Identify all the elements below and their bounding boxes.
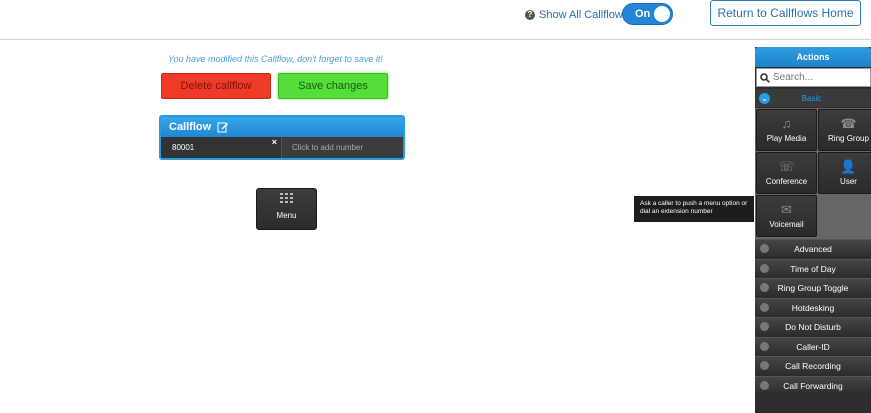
category-advanced[interactable]: Advanced bbox=[755, 239, 871, 257]
tile-label: Ring Group bbox=[828, 134, 869, 143]
category-label: Ring Group Toggle bbox=[777, 282, 849, 293]
ring-group-icon: ☎ bbox=[840, 116, 857, 131]
tooltip: Ask a caller to push a menu option or di… bbox=[634, 196, 754, 222]
category-label: Call Recording bbox=[785, 360, 841, 371]
conference-icon: ☏ bbox=[778, 159, 795, 174]
chevron-down-icon: ⌄ bbox=[759, 92, 770, 104]
help-icon[interactable]: ? bbox=[525, 10, 535, 20]
menu-node[interactable]: Menu bbox=[256, 188, 317, 230]
category-call-forwarding[interactable]: Call Forwarding bbox=[755, 376, 871, 394]
return-to-callflows-home-button[interactable]: Return to Callflows Home bbox=[710, 0, 861, 26]
modified-notice: You have modified this Callflow, don't f… bbox=[168, 54, 383, 64]
music-note-icon: ♫ bbox=[781, 116, 792, 131]
tile-voicemail[interactable]: ✉ Voicemail bbox=[756, 195, 817, 237]
category-label: Hotdesking bbox=[791, 302, 835, 313]
tile-label: Conference bbox=[765, 177, 808, 186]
tile-conference[interactable]: ☏ Conference bbox=[756, 152, 817, 194]
number-cell[interactable]: 80001 × bbox=[161, 137, 282, 158]
number-value: 80001 bbox=[172, 143, 195, 152]
basic-tiles: ♫ Play Media ☎ Ring Group ☏ Conference 👤… bbox=[755, 108, 871, 239]
tile-ring-group[interactable]: ☎ Ring Group bbox=[818, 109, 871, 151]
menu-node-label: Menu bbox=[276, 211, 297, 220]
category-label: Call Forwarding bbox=[783, 380, 843, 391]
show-all-toggle[interactable]: On bbox=[622, 3, 673, 25]
envelope-icon: ✉ bbox=[781, 202, 792, 217]
menu-grid-icon bbox=[279, 193, 293, 203]
category-caller-id[interactable]: Caller-ID bbox=[755, 337, 871, 355]
category-hotdesking[interactable]: Hotdesking bbox=[755, 298, 871, 316]
show-all-label: Show All Callflows bbox=[539, 9, 629, 21]
search-input[interactable] bbox=[773, 72, 863, 83]
actions-panel: Actions ⌄ Basic ♫ Play Media ☎ Ring Grou… bbox=[755, 47, 871, 413]
toggle-label: On bbox=[635, 8, 651, 20]
save-changes-button[interactable]: Save changes bbox=[278, 73, 388, 99]
tile-play-media[interactable]: ♫ Play Media bbox=[756, 109, 817, 151]
expand-icon bbox=[760, 264, 769, 273]
callflow-box: Callflow 80001 × Click to add number bbox=[159, 115, 405, 160]
callflow-numbers: 80001 × Click to add number bbox=[161, 137, 403, 158]
callflow-title: Callflow bbox=[169, 121, 212, 133]
user-icon: 👤 bbox=[840, 159, 857, 174]
category-basic-label: Basic bbox=[801, 93, 822, 103]
tile-label: Voicemail bbox=[769, 220, 804, 229]
category-label: Time of Day bbox=[790, 263, 836, 274]
toggle-knob bbox=[654, 6, 670, 22]
expand-icon bbox=[760, 381, 769, 390]
expand-icon bbox=[760, 244, 769, 253]
category-basic[interactable]: ⌄ Basic bbox=[755, 89, 871, 107]
expand-icon bbox=[760, 361, 769, 370]
add-number-cell[interactable]: Click to add number bbox=[282, 137, 403, 158]
tile-label: Play Media bbox=[766, 134, 807, 143]
category-label: Advanced bbox=[794, 243, 832, 254]
tile-user[interactable]: 👤 User bbox=[818, 152, 871, 194]
category-call-recording[interactable]: Call Recording bbox=[755, 356, 871, 374]
tile-label: User bbox=[840, 177, 857, 186]
category-time-of-day[interactable]: Time of Day bbox=[755, 259, 871, 277]
expand-icon bbox=[760, 283, 769, 292]
category-label: Do Not Disturb bbox=[785, 321, 841, 332]
remove-number-icon[interactable]: × bbox=[272, 132, 277, 153]
category-do-not-disturb[interactable]: Do Not Disturb bbox=[755, 317, 871, 335]
category-ring-group-toggle[interactable]: Ring Group Toggle bbox=[755, 278, 871, 296]
delete-callflow-button[interactable]: Delete callflow bbox=[161, 73, 271, 99]
category-label: Caller-ID bbox=[796, 341, 830, 352]
show-all-callflows: ? Show All Callflows bbox=[525, 8, 628, 22]
actions-title: Actions bbox=[755, 47, 871, 67]
search-box bbox=[756, 68, 871, 87]
callflow-header: Callflow bbox=[161, 117, 403, 137]
edit-icon[interactable] bbox=[217, 121, 229, 133]
search-icon bbox=[760, 72, 770, 83]
expand-icon bbox=[760, 342, 769, 351]
expand-icon bbox=[760, 303, 769, 312]
expand-icon bbox=[760, 322, 769, 331]
top-bar: ? Show All Callflows On Return to Callfl… bbox=[0, 0, 871, 40]
